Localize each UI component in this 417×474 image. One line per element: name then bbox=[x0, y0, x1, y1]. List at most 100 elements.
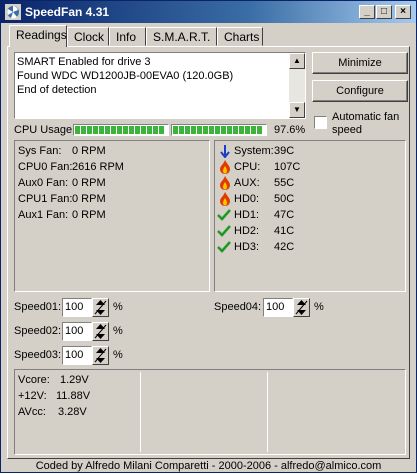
speed03-spinner[interactable]: 100 bbox=[62, 346, 112, 365]
cpu-usage-segment bbox=[93, 126, 98, 134]
cpu-usage-segment bbox=[203, 126, 208, 134]
window-title: SpeedFan 4.31 bbox=[25, 5, 110, 19]
scroll-down-icon[interactable]: ▼ bbox=[289, 102, 305, 118]
temp-value: 42C bbox=[274, 241, 295, 253]
checkmark-icon bbox=[217, 241, 231, 253]
flame-icon bbox=[220, 176, 230, 190]
temp-value: 39C bbox=[274, 145, 295, 157]
log-line: SMART Enabled for drive 3 bbox=[17, 56, 151, 68]
temp-value: 50C bbox=[274, 193, 295, 205]
speed01-input[interactable]: 100 bbox=[62, 298, 92, 317]
minimize-button[interactable]: Minimize bbox=[312, 52, 408, 74]
cpu-usage-percent: 97.6% bbox=[274, 124, 306, 136]
cpu-usage-segment bbox=[227, 126, 232, 134]
cpu-usage-segment bbox=[99, 126, 104, 134]
fan-label: Aux1 Fan: bbox=[18, 209, 69, 221]
log-scrollbar[interactable]: ▲ ▼ bbox=[289, 53, 305, 118]
cpu-usage-segment bbox=[251, 126, 256, 134]
cpu-usage-segment bbox=[129, 126, 134, 134]
automatic-fan-speed-checkbox[interactable] bbox=[314, 116, 327, 129]
speed01-label: Speed01: bbox=[14, 301, 62, 313]
title-bar[interactable]: SpeedFan 4.31 _ □ × bbox=[1, 1, 416, 23]
cpu-usage-segment bbox=[209, 126, 214, 134]
cpu-usage-segment bbox=[185, 126, 190, 134]
voltages-divider bbox=[267, 372, 268, 452]
speed03-unit: % bbox=[113, 349, 123, 361]
cpu-usage-segment bbox=[81, 126, 86, 134]
temp-value: 47C bbox=[274, 209, 295, 221]
cpu-usage-segment bbox=[245, 126, 250, 134]
voltage-label: AVcc: bbox=[18, 406, 46, 418]
temp-label: CPU: bbox=[234, 161, 261, 173]
minimize-window-button[interactable]: _ bbox=[359, 5, 375, 19]
cpu-usage-segment bbox=[239, 126, 244, 134]
fan-label: CPU0 Fan: bbox=[18, 161, 73, 173]
checkmark-icon bbox=[217, 225, 231, 237]
cpu-usage-segment bbox=[105, 126, 110, 134]
cpu-usage-segment bbox=[191, 126, 196, 134]
cpu-usage-segment bbox=[221, 126, 226, 134]
speed01-spinner[interactable]: 100 bbox=[62, 298, 112, 317]
speed04-spinner[interactable]: 100 bbox=[263, 298, 313, 317]
speed03-input[interactable]: 100 bbox=[62, 346, 92, 365]
tab-readings[interactable]: Readings bbox=[9, 25, 67, 47]
flame-icon bbox=[220, 192, 230, 206]
temp-label: AUX: bbox=[234, 177, 260, 189]
temp-value: 107C bbox=[274, 161, 301, 173]
voltage-label: Vcore: bbox=[18, 374, 50, 386]
detection-log[interactable]: SMART Enabled for drive 3 Found WDC WD12… bbox=[14, 52, 306, 119]
checkmark-icon bbox=[217, 209, 231, 221]
temp-label: System: bbox=[234, 145, 274, 157]
speed04-input[interactable]: 100 bbox=[263, 298, 293, 317]
voltage-value: 3.28V bbox=[58, 406, 87, 418]
speed04-label: Speed04: bbox=[214, 301, 262, 313]
configure-button[interactable]: Configure bbox=[312, 80, 408, 102]
tab-info[interactable]: Info bbox=[109, 27, 146, 46]
cpu-usage-segment bbox=[87, 126, 92, 134]
fan-row: Sys Fan: bbox=[18, 145, 61, 157]
temp-label: HD0: bbox=[234, 193, 260, 205]
fan-value: 0 RPM bbox=[72, 177, 106, 189]
fan-label: Aux0 Fan: bbox=[18, 177, 69, 189]
cpu-usage-segment bbox=[135, 126, 140, 134]
speed01-unit: % bbox=[113, 301, 123, 313]
spin-arrows-icon[interactable] bbox=[92, 298, 109, 317]
temp-label: HD2: bbox=[234, 225, 260, 237]
temp-label: HD3: bbox=[234, 241, 260, 253]
cpu-usage-label: CPU Usage bbox=[14, 124, 73, 136]
fan-value: 0 RPM bbox=[72, 209, 106, 221]
voltage-value: 11.88V bbox=[56, 390, 91, 402]
cpu-usage-segment bbox=[215, 126, 220, 134]
automatic-fan-speed-label: Automatic fan bbox=[332, 111, 400, 123]
cpu-usage-segment bbox=[173, 126, 178, 134]
tab-clock[interactable]: Clock bbox=[67, 27, 109, 46]
speed02-spinner[interactable]: 100 bbox=[62, 322, 112, 341]
fan-value: 2616 RPM bbox=[72, 161, 124, 173]
temp-label: HD1: bbox=[234, 209, 260, 221]
scroll-up-icon[interactable]: ▲ bbox=[289, 53, 305, 69]
close-window-button[interactable]: × bbox=[395, 5, 411, 19]
log-line: End of detection bbox=[17, 84, 97, 96]
cpu-usage-segment bbox=[147, 126, 152, 134]
spin-arrows-icon[interactable] bbox=[293, 298, 310, 317]
speed04-unit: % bbox=[314, 301, 324, 313]
speed02-input[interactable]: 100 bbox=[62, 322, 92, 341]
cpu-usage-segment bbox=[123, 126, 128, 134]
cpu-usage-segment bbox=[117, 126, 122, 134]
maximize-window-button[interactable]: □ bbox=[376, 5, 392, 19]
cpu-usage-segment bbox=[197, 126, 202, 134]
speed03-label: Speed03: bbox=[14, 349, 62, 361]
status-bar: Coded by Alfredo Milani Comparetti - 200… bbox=[1, 460, 416, 474]
spin-arrows-icon[interactable] bbox=[92, 346, 109, 365]
tab-charts[interactable]: Charts bbox=[217, 27, 263, 46]
speedfan-window: SpeedFan 4.31 _ □ × Readings Clock Info … bbox=[0, 0, 417, 473]
fan-value: 0 RPM bbox=[72, 193, 106, 205]
cpu-usage-segment bbox=[111, 126, 116, 134]
spin-arrows-icon[interactable] bbox=[92, 322, 109, 341]
cpu-usage-bar bbox=[171, 124, 267, 136]
cpu-usage-segment bbox=[257, 126, 262, 134]
cpu-usage-segment bbox=[233, 126, 238, 134]
temp-value: 41C bbox=[274, 225, 295, 237]
speed02-label: Speed02: bbox=[14, 325, 62, 337]
tab-smart[interactable]: S.M.A.R.T. bbox=[146, 27, 217, 46]
